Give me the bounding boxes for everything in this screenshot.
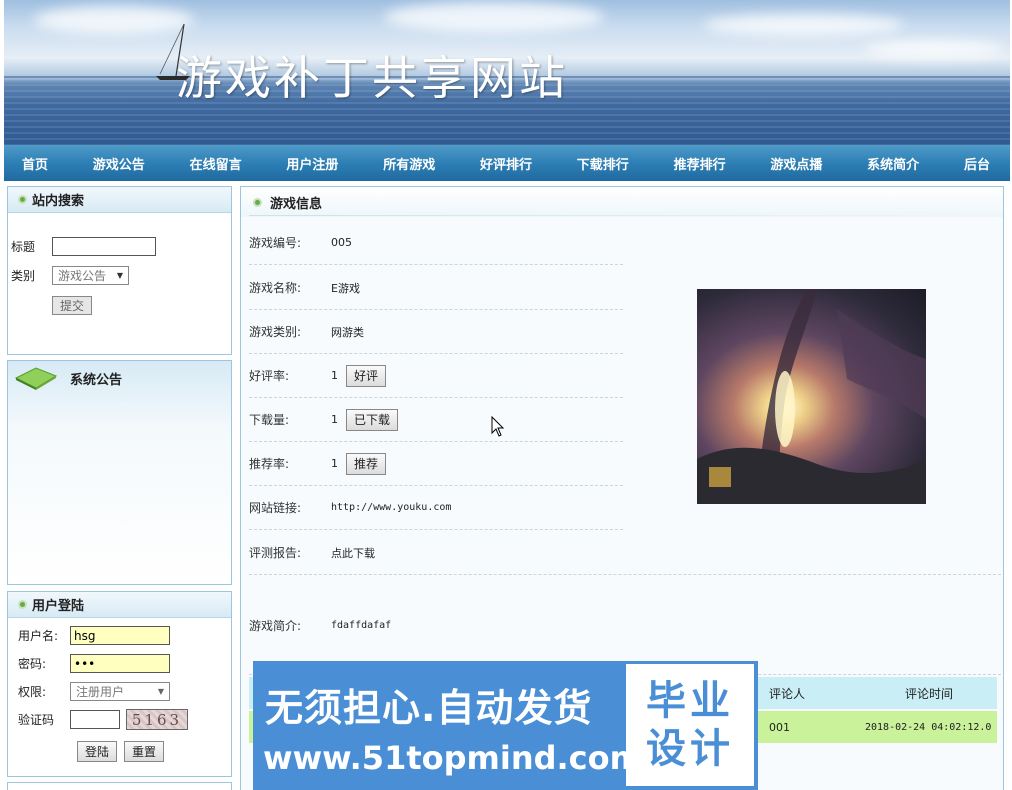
captcha-image[interactable]: 5163 — [126, 709, 188, 730]
book-icon — [14, 367, 58, 390]
notice-panel-title: 系统公告 — [70, 372, 123, 388]
nav-guestbook[interactable]: 在线留言 — [190, 154, 242, 173]
game-recommend-label: 推荐率: — [249, 457, 290, 471]
game-downloads-value: 1 — [331, 413, 338, 426]
nav-register[interactable]: 用户注册 — [286, 154, 338, 173]
search-panel: 站内搜索 标题 类别 游戏公告 ▼ 提交 — [7, 186, 232, 355]
game-cover-art — [697, 289, 926, 504]
cloud-decoration — [864, 40, 1004, 58]
login-button[interactable]: 登陆 — [77, 741, 118, 762]
nav-game-request[interactable]: 游戏点播 — [770, 154, 822, 173]
game-rating-value: 1 — [331, 369, 338, 382]
search-category-label: 类别 — [11, 269, 36, 283]
search-panel-header: 站内搜索 — [8, 187, 231, 213]
dropdown-arrow-icon: ▼ — [116, 271, 123, 280]
game-name-value: E游戏 — [331, 281, 360, 295]
comment-time-header: 评论时间 — [905, 686, 954, 701]
username-input[interactable] — [70, 626, 170, 645]
downloaded-button[interactable]: 已下载 — [346, 408, 399, 431]
search-category-select[interactable]: 游戏公告 ▼ — [52, 266, 129, 285]
watermark-badge-line2: 设计 — [646, 726, 734, 772]
site-title: 游戏补丁共享网站 — [176, 51, 568, 105]
role-value: 注册用户 — [76, 685, 125, 699]
captcha-input[interactable] — [70, 710, 120, 729]
watermark-url: www.51topmind.com — [263, 739, 643, 777]
nav-admin[interactable]: 后台 — [964, 154, 990, 173]
captcha-label: 验证码 — [18, 713, 55, 727]
game-link-row: 网站链接: http://www.youku.com — [249, 486, 623, 530]
commenter-cell: 001 — [769, 720, 790, 734]
recommend-button[interactable]: 推荐 — [346, 452, 387, 475]
game-report-label: 评测报告: — [249, 546, 302, 560]
game-intro-label: 游戏简介: — [249, 619, 302, 633]
commenter-header: 评论人 — [769, 686, 806, 701]
game-link-value[interactable]: http://www.youku.com — [331, 502, 451, 513]
game-category-label: 游戏类别: — [249, 325, 302, 339]
mouse-cursor-icon — [491, 416, 505, 437]
game-info-header: 游戏信息 — [241, 187, 1003, 217]
cloud-decoration — [704, 14, 904, 36]
game-report-row: 评测报告: 点此下载 — [249, 531, 1001, 575]
watermark-banner: 无须担心.自动发货 www.51topmind.com 毕业 设计 — [253, 661, 758, 790]
game-name-row: 游戏名称: E游戏 — [249, 266, 623, 310]
watermark-slogan: 无须担心.自动发货 — [265, 686, 593, 730]
game-recommend-row: 推荐率: 1 推荐 — [249, 442, 623, 486]
notice-panel: 系统公告 — [7, 360, 232, 585]
nav-about[interactable]: 系统简介 — [867, 154, 919, 173]
cloud-decoration — [384, 2, 604, 32]
dropdown-arrow-icon: ▼ — [157, 687, 164, 696]
game-id-label: 游戏编号: — [249, 236, 302, 250]
watermark-badge: 毕业 设计 — [626, 664, 754, 786]
role-label: 权限: — [18, 685, 47, 699]
site-banner: 游戏补丁共享网站 — [4, 0, 1010, 145]
game-category-row: 游戏类别: 网游类 — [249, 310, 623, 354]
nav-announcements[interactable]: 游戏公告 — [93, 154, 145, 173]
bullet-icon — [253, 197, 262, 207]
game-intro-value: fdaffdafaf — [331, 620, 392, 631]
nav-recommend-rank[interactable]: 推荐排行 — [674, 154, 726, 173]
game-downloads-row: 下载量: 1 已下载 — [249, 398, 623, 442]
bullet-icon — [18, 600, 27, 609]
rate-good-button[interactable]: 好评 — [346, 364, 387, 387]
game-name-label: 游戏名称: — [249, 281, 302, 295]
nav-home[interactable]: 首页 — [22, 154, 48, 173]
header-divider — [249, 215, 979, 216]
game-id-value: 005 — [331, 236, 352, 249]
next-panel-edge — [7, 782, 232, 790]
main-nav: 首页 游戏公告 在线留言 用户注册 所有游戏 好评排行 下载排行 推荐排行 游戏… — [4, 145, 1010, 181]
bullet-icon — [18, 195, 27, 204]
search-category-value: 游戏公告 — [58, 269, 107, 283]
username-label: 用户名: — [18, 629, 59, 643]
password-input[interactable] — [70, 654, 170, 673]
game-recommend-value: 1 — [331, 457, 338, 470]
nav-download-rank[interactable]: 下载排行 — [577, 154, 629, 173]
game-category-value: 网游类 — [331, 325, 364, 339]
search-title-input[interactable] — [52, 237, 156, 256]
comment-time-cell: 2018-02-24 04:02:12.0 — [865, 721, 992, 733]
game-link-label: 网站链接: — [249, 501, 302, 515]
search-title-label: 标题 — [11, 240, 36, 254]
game-report-link[interactable]: 点此下载 — [331, 545, 375, 561]
login-panel-title: 用户登陆 — [32, 599, 85, 614]
role-select[interactable]: 注册用户 ▼ — [70, 682, 170, 701]
game-cover-image — [697, 289, 926, 504]
login-panel-header: 用户登陆 — [8, 592, 231, 618]
reset-button[interactable]: 重置 — [124, 741, 165, 762]
game-id-row: 游戏编号: 005 — [249, 221, 623, 265]
search-panel-title: 站内搜索 — [32, 194, 85, 209]
login-panel: 用户登陆 用户名: 密码: 权限: 注册用户 ▼ 验证码 5163 登陆 重置 — [7, 591, 232, 777]
nav-all-games[interactable]: 所有游戏 — [383, 154, 435, 173]
game-rating-label: 好评率: — [249, 369, 290, 383]
notice-panel-header: 系统公告 — [8, 361, 231, 395]
password-label: 密码: — [18, 657, 47, 671]
watermark-badge-line1: 毕业 — [646, 678, 734, 724]
game-rating-row: 好评率: 1 好评 — [249, 354, 623, 398]
search-submit-button[interactable]: 提交 — [52, 296, 93, 315]
game-downloads-label: 下载量: — [249, 413, 290, 427]
nav-rating-rank[interactable]: 好评排行 — [480, 154, 532, 173]
game-info-title: 游戏信息 — [270, 196, 323, 212]
